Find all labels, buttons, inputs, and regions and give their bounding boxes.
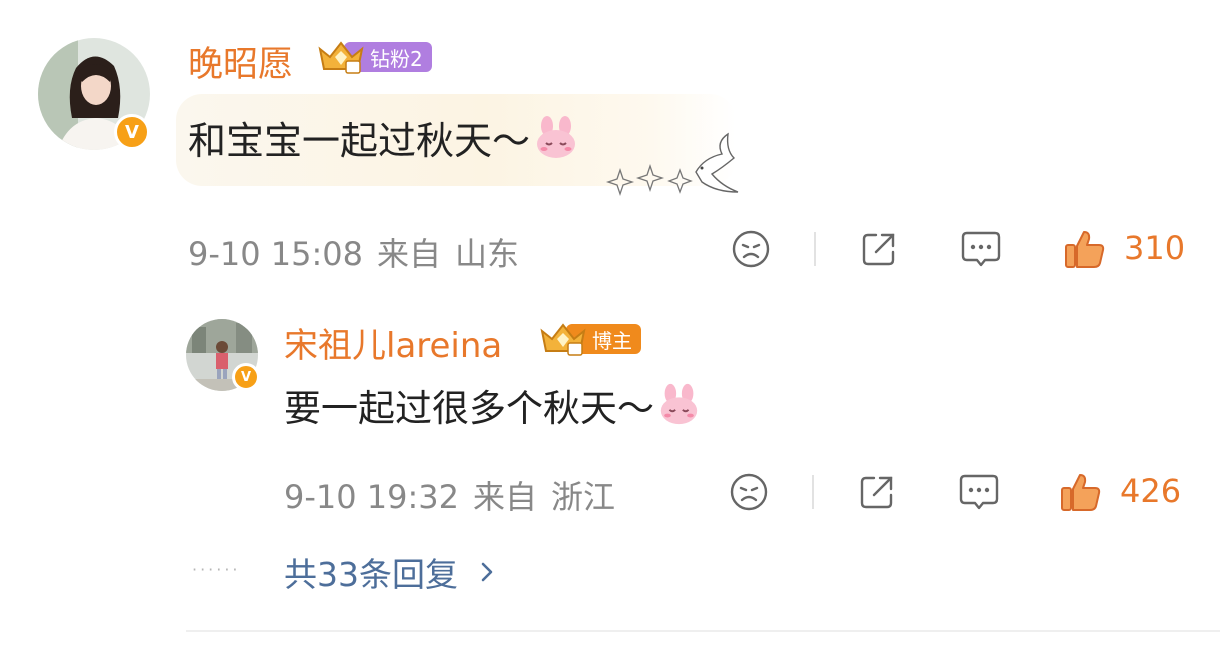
- reply-text[interactable]: 要一起过很多个秋天～: [284, 378, 702, 432]
- comment-bubble-icon: [961, 231, 1001, 267]
- bunny-blush-emoji: [660, 383, 698, 425]
- comment-source-prefix: 来自: [377, 235, 442, 273]
- share-button[interactable]: [856, 226, 902, 272]
- reply-like-count: 426: [1120, 472, 1182, 510]
- comment-text-value: 和宝宝一起过秋天～: [188, 119, 531, 163]
- comment-date: 9-10 15:08: [188, 235, 364, 273]
- comment-text[interactable]: 和宝宝一起过秋天～: [188, 110, 580, 165]
- comment-bubble-icon: [959, 474, 999, 510]
- crown-diamond-icon: [318, 41, 364, 74]
- reply-dislike-button[interactable]: [726, 469, 772, 515]
- comment-divider: [186, 630, 1220, 632]
- sparkle-dove-decoration-icon: [605, 132, 739, 197]
- reply-comment-button[interactable]: [956, 469, 1002, 515]
- bunny-blush-emoji: [537, 115, 576, 158]
- verified-badge-icon: V: [232, 363, 260, 391]
- thumbs-up-filled-icon: [1065, 231, 1105, 268]
- action-divider: [812, 475, 814, 509]
- reply-location: 浙江: [551, 478, 616, 516]
- reply-meta: 9-10 19:32 来自 浙江: [284, 472, 629, 518]
- reply-like-button[interactable]: [1056, 467, 1106, 517]
- replier-name[interactable]: 宋祖儿lareina: [284, 318, 502, 367]
- comment-meta: 9-10 15:08 来自 山东: [188, 229, 533, 275]
- reply-source-prefix: 来自: [473, 478, 538, 516]
- verified-badge-icon: V: [114, 114, 150, 150]
- frown-face-icon: [732, 230, 770, 268]
- like-button[interactable]: [1060, 224, 1110, 274]
- comment-location: 山东: [455, 235, 520, 273]
- view-more-replies-link[interactable]: 共33条回复: [284, 548, 502, 596]
- reply-text-value: 要一起过很多个秋天～: [284, 387, 654, 430]
- blogger-badge[interactable]: 博主: [538, 322, 641, 356]
- share-icon: [860, 476, 893, 509]
- crown-diamond-icon: [540, 323, 586, 356]
- replier-avatar[interactable]: V: [186, 319, 260, 391]
- reply-date: 9-10 19:32: [284, 478, 460, 516]
- frown-face-icon: [730, 473, 768, 511]
- fan-level-badge[interactable]: 钻粉2: [316, 40, 432, 74]
- reply-button[interactable]: [958, 226, 1004, 272]
- ellipsis-dots: ······: [192, 560, 241, 579]
- commenter-avatar[interactable]: V: [38, 38, 150, 150]
- thumbs-up-filled-icon: [1061, 474, 1101, 511]
- share-icon: [862, 233, 895, 266]
- reply-share-button[interactable]: [854, 469, 900, 515]
- chevron-right-icon: [481, 562, 493, 582]
- commenter-name[interactable]: 晚昭愿: [188, 36, 293, 87]
- like-count: 310: [1124, 229, 1186, 267]
- more-replies-label: 共33条回复: [284, 555, 458, 594]
- action-divider: [814, 232, 816, 266]
- dislike-button[interactable]: [728, 226, 774, 272]
